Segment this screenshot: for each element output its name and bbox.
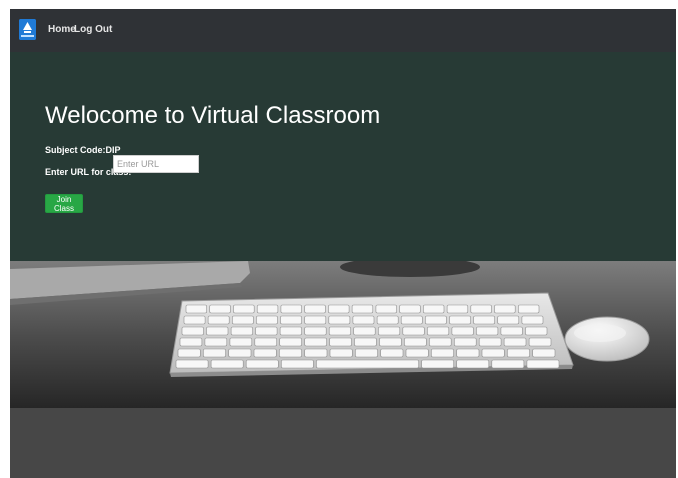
keyboard-key <box>230 326 253 336</box>
keyboard-key <box>426 326 450 336</box>
keyboard-key <box>449 315 471 325</box>
keyboard-key <box>528 337 552 347</box>
keyboard-key <box>304 326 327 336</box>
keyboard-key <box>329 348 353 358</box>
keyboard-key <box>316 359 419 369</box>
keyboard-key <box>525 326 548 336</box>
keyboard-key <box>175 359 209 369</box>
keyboard-key <box>399 304 421 314</box>
keyboard-key <box>304 315 327 325</box>
keyboard-key <box>421 359 455 369</box>
class-url-input[interactable] <box>113 155 199 173</box>
keyboard-key <box>453 337 477 347</box>
keyboard-key <box>183 315 206 325</box>
keyboard-key <box>532 348 556 358</box>
join-class-button[interactable]: Join Class <box>45 194 83 213</box>
keyboard-key <box>255 326 278 336</box>
keyboard-key <box>473 315 496 325</box>
keyboard-key <box>521 315 544 325</box>
keyboard-key <box>402 326 425 336</box>
keyboard-key <box>503 337 527 347</box>
keyboard-key <box>424 315 447 325</box>
keyboard-key <box>328 315 351 325</box>
keyboard-key <box>229 337 253 347</box>
keyboard-key <box>405 348 429 358</box>
keyboard-key <box>377 326 401 336</box>
subject-code: Subject Code:DIP <box>45 145 121 155</box>
keyboard-key <box>280 315 302 325</box>
page-title: Welocome to Virtual Classroom <box>45 102 381 129</box>
keyboard-key <box>328 304 350 314</box>
keyboard-key <box>278 348 302 358</box>
keyboard-key <box>470 304 492 314</box>
nav-logout-link[interactable]: Log Out <box>74 24 112 35</box>
keyboard-key <box>351 304 374 314</box>
keyboard-key <box>428 337 452 347</box>
keyboard-key <box>280 359 314 369</box>
keyboard-key <box>422 304 445 314</box>
keyboard-key <box>185 304 208 314</box>
keyboard-key <box>404 337 427 347</box>
keyboard-key <box>400 315 423 325</box>
keyboard-key <box>380 348 404 358</box>
keyboard-key <box>497 315 520 325</box>
keyboard-key <box>279 337 302 347</box>
keyboard-key <box>253 348 277 358</box>
keyboard-key <box>494 304 516 314</box>
classroom-logo-icon[interactable] <box>19 19 36 40</box>
keyboard-key <box>177 348 201 358</box>
keyboard-key <box>328 326 352 336</box>
keyboard-key <box>232 315 254 325</box>
keyboard-key <box>517 304 540 314</box>
keyboard-key <box>203 348 226 358</box>
keyboard-key <box>233 304 255 314</box>
keyboard-key <box>206 326 229 336</box>
keyboard-key <box>279 326 302 336</box>
keyboard-key <box>354 348 378 358</box>
keyboard-key <box>304 304 326 314</box>
keyboard-key <box>491 359 525 369</box>
keyboard-key <box>352 315 375 325</box>
hero-section: Welocome to Virtual Classroom Subject Co… <box>10 52 676 261</box>
keyboard-key <box>304 337 327 347</box>
keyboard-key <box>430 348 454 358</box>
lower-section <box>10 408 676 478</box>
top-navbar: Home Log Out <box>10 9 676 52</box>
keyboard-key <box>304 348 328 358</box>
page: Home Log Out Welocome to Virtual Classro… <box>10 9 676 478</box>
keyboard-key <box>500 326 523 336</box>
keyboard-key <box>376 315 399 325</box>
keyboard-key <box>254 337 278 347</box>
keyboard-key <box>506 348 530 358</box>
keyboard-key <box>354 337 377 347</box>
keyboard-key <box>204 337 228 347</box>
keyboard-key <box>526 359 560 369</box>
keyboard-key <box>280 304 302 314</box>
keyboard-key <box>478 337 502 347</box>
keyboard-key <box>353 326 376 336</box>
keyboard-key <box>456 359 490 369</box>
nav-home-link[interactable]: Home <box>48 24 76 35</box>
keyboard-key <box>245 359 279 369</box>
keyboard-key <box>375 304 397 314</box>
keyboard-key <box>228 348 252 358</box>
keyboard-key <box>181 326 204 336</box>
keyboard-key <box>329 337 352 347</box>
keyboard-and-mouse-photo <box>10 261 676 408</box>
keyboard-key <box>379 337 402 347</box>
keyboard-key <box>179 337 203 347</box>
keyboard-key <box>446 304 469 314</box>
keyboard-key <box>476 326 499 336</box>
keyboard-key <box>481 348 505 358</box>
keyboard-key <box>456 348 480 358</box>
keyboard-key <box>207 315 230 325</box>
keyboard-key <box>256 304 279 314</box>
keyboard-key <box>451 326 474 336</box>
keyboard-key <box>256 315 278 325</box>
keyboard-key <box>209 304 231 314</box>
keyboard-key <box>210 359 244 369</box>
